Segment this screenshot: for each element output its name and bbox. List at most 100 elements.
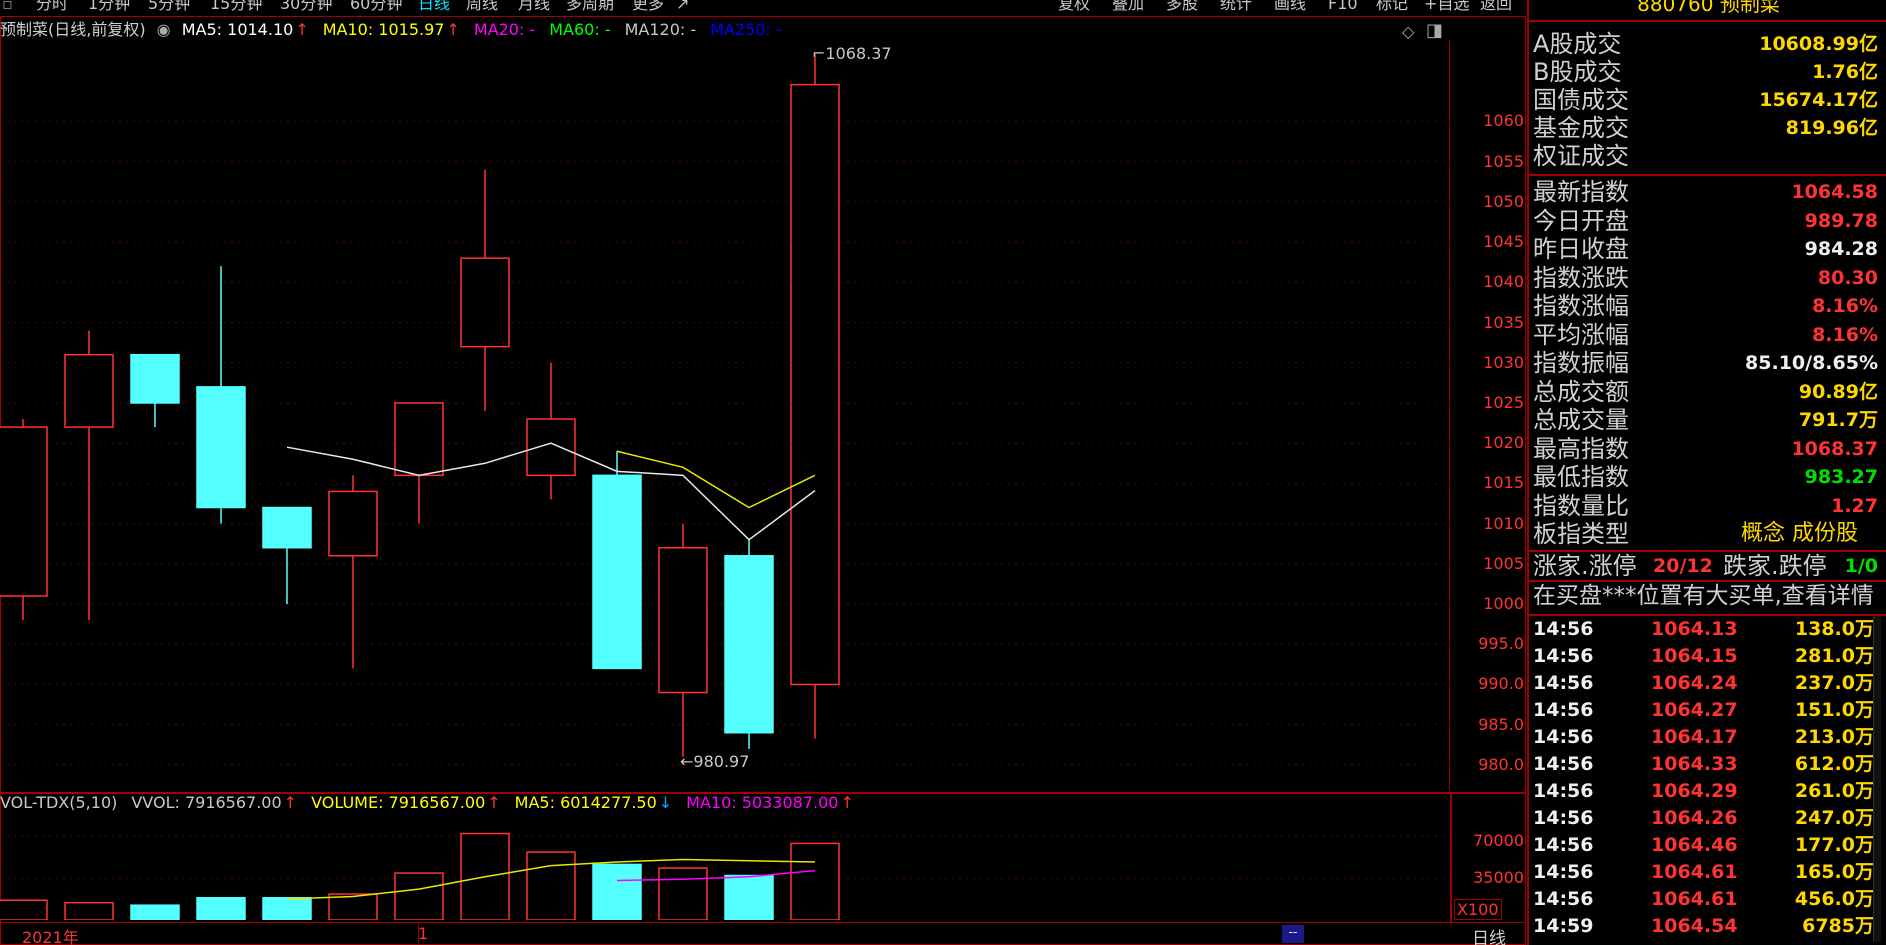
candle[interactable] xyxy=(592,451,642,670)
tick-volume: 177.0万 xyxy=(1794,834,1874,856)
index-value: 1064.58 xyxy=(1791,181,1878,203)
candle-body xyxy=(130,353,180,404)
chart-title: 预制菜(日线,前复权) xyxy=(0,20,146,39)
price-tick-label: 1040 xyxy=(1483,272,1524,292)
vol-legend-item: VOL-TDX(5,10) xyxy=(0,793,118,812)
price-tick-label: 1010 xyxy=(1483,513,1524,533)
toolbar-diejia-button[interactable]: 叠加 xyxy=(1112,0,1144,12)
candle[interactable] xyxy=(64,330,114,621)
price-tick-label: 1035 xyxy=(1483,312,1524,332)
toolbar-fuquan-button[interactable]: 复权 xyxy=(1058,0,1090,12)
tab-15min[interactable]: 15分钟 xyxy=(210,0,262,12)
candle[interactable] xyxy=(724,539,774,749)
index-value: 984.28 xyxy=(1804,238,1878,260)
ma-legend-item: MA250: - xyxy=(710,20,782,39)
candle-body xyxy=(262,506,312,549)
volume-bar[interactable] xyxy=(394,872,444,920)
volume-bar[interactable] xyxy=(64,901,114,920)
index-row: 总成交额 90.89亿 xyxy=(1533,378,1882,406)
more-arrow-icon[interactable]: ↗ xyxy=(676,0,689,12)
tick-volume: 281.0万 xyxy=(1794,645,1874,667)
candle[interactable] xyxy=(328,475,378,669)
price-tick-label: 1015 xyxy=(1483,473,1524,493)
volume-bar[interactable] xyxy=(0,899,48,920)
index-label: 最新指数 xyxy=(1533,178,1629,206)
index-value: 989.78 xyxy=(1804,209,1878,232)
volume-bar[interactable] xyxy=(262,897,312,920)
tab-more[interactable]: 更多 xyxy=(632,0,664,12)
tick-scrollbar[interactable] xyxy=(1873,616,1881,942)
index-label: 总成交量 xyxy=(1533,406,1629,434)
volume-chart[interactable] xyxy=(0,815,1450,920)
turnover-value: 819.96亿 xyxy=(1785,117,1878,139)
candlestick-chart[interactable] xyxy=(0,40,1450,790)
tab-weekly[interactable]: 周线 xyxy=(466,0,498,12)
quote-panel: 880760 预制菜 A股成交 10608.99亿 B股成交 1.76亿 国债成交 156… xyxy=(1527,0,1886,945)
tick-time: 14:56 xyxy=(1533,645,1594,667)
tab-multi-period[interactable]: 多周期 xyxy=(566,0,614,12)
candle[interactable] xyxy=(262,506,312,605)
tick-row: 14:59 1064.54 6785万 xyxy=(1533,913,1882,940)
tick-time: 14:56 xyxy=(1533,753,1594,775)
candle[interactable] xyxy=(658,523,708,757)
volume-bar[interactable] xyxy=(658,867,708,920)
candle[interactable] xyxy=(196,266,246,524)
index-value: 8.16% xyxy=(1812,295,1878,317)
tab-monthly[interactable]: 月线 xyxy=(518,0,550,12)
ma10-line xyxy=(616,450,816,509)
volume-bar[interactable] xyxy=(130,904,180,920)
stock-chart-window: ▫ 分时 1分钟 5分钟 15分钟 30分钟 60分钟 日线 周线 月线 多周期… xyxy=(0,0,1886,945)
index-label: 总成交额 xyxy=(1533,377,1629,406)
toolbar-huaxian-button[interactable]: 画线 xyxy=(1274,0,1306,12)
volume-bar[interactable] xyxy=(790,842,840,920)
tick-time: 14:56 xyxy=(1533,699,1594,721)
tick-row: 14:56 1064.46 177.0万 xyxy=(1533,832,1882,859)
index-row: 指数涨幅 8.16% xyxy=(1533,292,1882,320)
candle[interactable] xyxy=(460,169,510,411)
vol-arrow-icon: ↑ xyxy=(487,793,501,812)
index-row: 指数振幅 85.10/8.65% xyxy=(1533,349,1882,377)
candle[interactable] xyxy=(0,419,48,621)
volume-bar[interactable] xyxy=(592,863,642,920)
candle[interactable] xyxy=(394,402,444,524)
turnover-row: 权证成交 xyxy=(1533,142,1882,170)
volume-bar[interactable] xyxy=(724,874,774,920)
turnover-row: 基金成交 819.96亿 xyxy=(1533,114,1882,142)
tab-5min[interactable]: 5分钟 xyxy=(148,0,190,12)
volume-bar[interactable] xyxy=(526,851,576,920)
index-value: 1068.37 xyxy=(1791,437,1878,460)
tick-time: 14:56 xyxy=(1533,672,1594,694)
window-icon[interactable]: ◨ xyxy=(1426,20,1443,41)
scroll-marker[interactable]: -- xyxy=(1282,925,1304,943)
big-order-notice[interactable]: 在买盘***位置有大买单,查看详情 xyxy=(1533,582,1882,610)
toolbar-biaoji-button[interactable]: 标记 xyxy=(1376,0,1408,12)
settings-icon[interactable]: ◉ xyxy=(157,20,171,39)
tick-volume: 456.0万 xyxy=(1794,888,1874,910)
tab-60min[interactable]: 60分钟 xyxy=(350,0,402,12)
candle-body xyxy=(460,257,510,348)
date-axis-line xyxy=(0,922,1526,923)
index-value: 概念 成份股 xyxy=(1741,521,1858,546)
date-month: 1 xyxy=(418,924,429,943)
tab-fenshi[interactable]: 分时 xyxy=(36,0,68,12)
price-tick-label: 1000 xyxy=(1483,594,1524,614)
volume-bar[interactable] xyxy=(196,897,246,920)
volume-bar[interactable] xyxy=(328,893,378,920)
candle[interactable] xyxy=(130,353,180,428)
diamond-icon[interactable]: ◇ xyxy=(1402,22,1414,41)
candle[interactable] xyxy=(790,54,840,739)
tick-price: 1064.24 xyxy=(1651,672,1738,694)
candle[interactable] xyxy=(526,362,576,500)
ma-items: MA5: 1014.10 ↑ MA10: 1015.97 ↑ MA20: - MA60: … xyxy=(182,20,796,39)
tick-row: 14:56 1064.15 281.0万 xyxy=(1533,643,1882,670)
tick-volume: 247.0万 xyxy=(1794,807,1874,829)
tab-30min[interactable]: 30分钟 xyxy=(280,0,332,12)
price-tick-label: 1050 xyxy=(1483,191,1524,211)
tab-1min[interactable]: 1分钟 xyxy=(88,0,130,12)
tab-daily[interactable]: 日线 xyxy=(418,0,450,12)
index-label: 指数量比 xyxy=(1533,491,1629,520)
toolbar-f10-button[interactable]: F10 xyxy=(1328,0,1358,12)
toolbar-tongji-button[interactable]: 统计 xyxy=(1220,0,1252,12)
toolbar-duogu-button[interactable]: 多股 xyxy=(1166,0,1198,12)
panel-toggle-icon[interactable]: ▫ xyxy=(2,0,13,12)
